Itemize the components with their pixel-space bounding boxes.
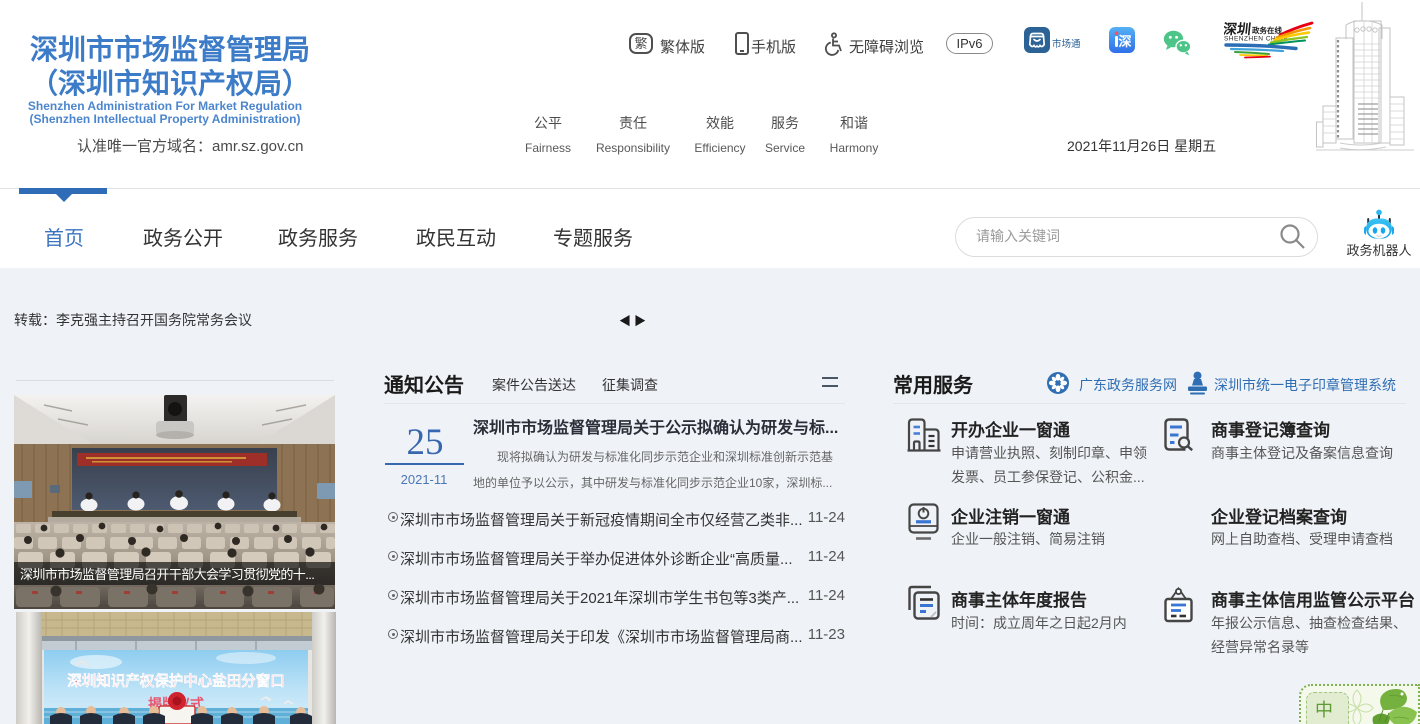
- svg-text:政务在线: 政务在线: [1252, 25, 1282, 35]
- svg-text:深圳知识产权保护中心盐田分窗口: 深圳知识产权保护中心盐田分窗口: [67, 672, 285, 690]
- svg-text:深: 深: [1118, 34, 1131, 49]
- svg-text:深圳市市场监督管理局召开干部大会学习贯彻党的十...: 深圳市市场监督管理局召开干部大会学习贯彻党的十...: [20, 567, 314, 582]
